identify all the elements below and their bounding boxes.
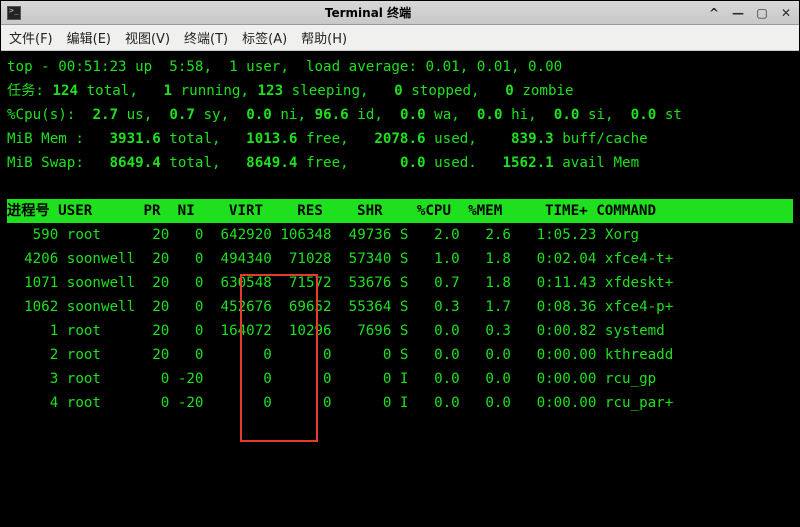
tasks-running: 1 bbox=[164, 83, 173, 99]
swap-used: 0.0 bbox=[400, 155, 426, 171]
window-title: Terminal 终端 bbox=[29, 4, 707, 21]
tasks-stopped: 0 bbox=[394, 83, 403, 99]
mem-buff: 839.3 bbox=[511, 131, 554, 147]
swap-free: 8649.4 bbox=[246, 155, 297, 171]
process-row: 3 root 0 -20 0 0 0 I 0.0 0.0 0:00.00 rcu… bbox=[7, 371, 656, 387]
cpu-st: 0.0 bbox=[631, 107, 657, 123]
process-row: 590 root 20 0 642920 106348 49736 S 2.0 … bbox=[7, 227, 639, 243]
process-row: 1071 soonwell 20 0 630548 71572 53676 S … bbox=[7, 275, 673, 291]
terminal-icon bbox=[7, 6, 21, 20]
process-row: 1 root 20 0 164072 10296 7696 S 0.0 0.3 … bbox=[7, 323, 665, 339]
cpu-ni: 0.0 bbox=[246, 107, 272, 123]
swap-free-lbl: free, bbox=[306, 155, 349, 171]
terminal-window: Terminal 终端 ^ — ▢ ✕ 文件(F) 编辑(E) 视图(V) 终端… bbox=[0, 0, 800, 527]
tasks-label: 任务: bbox=[7, 83, 44, 99]
process-table-header: 进程号 USER PR NI VIRT RES SHR %CPU %MEM TI… bbox=[7, 199, 793, 223]
mem-total: 3931.6 bbox=[110, 131, 161, 147]
cpu-id-lbl: id, bbox=[357, 107, 383, 123]
cpu-sy-lbl: sy, bbox=[204, 107, 230, 123]
cpu-id: 96.6 bbox=[315, 107, 349, 123]
menubar: 文件(F) 编辑(E) 视图(V) 终端(T) 标签(A) 帮助(H) bbox=[1, 25, 799, 51]
tasks-run-lbl: running, bbox=[181, 83, 249, 99]
process-row: 4206 soonwell 20 0 494340 71028 57340 S … bbox=[7, 251, 673, 267]
swap-label: MiB Swap: bbox=[7, 155, 84, 171]
minimize-button[interactable]: — bbox=[731, 6, 745, 20]
swap-avail-lbl: avail Mem bbox=[562, 155, 639, 171]
tasks-total-lbl: total, bbox=[87, 83, 138, 99]
tasks-stop-lbl: stopped, bbox=[411, 83, 479, 99]
tasks-zomb-lbl: zombie bbox=[522, 83, 573, 99]
cpu-st-lbl: st bbox=[665, 107, 682, 123]
mem-label: MiB Mem : bbox=[7, 131, 84, 147]
tasks-zombie: 0 bbox=[505, 83, 514, 99]
cpu-wa: 0.0 bbox=[400, 107, 426, 123]
mem-used-lbl: used, bbox=[434, 131, 477, 147]
cpu-wa-lbl: wa, bbox=[434, 107, 460, 123]
mem-free-lbl: free, bbox=[306, 131, 349, 147]
menu-view[interactable]: 视图(V) bbox=[125, 28, 170, 47]
process-row: 2 root 20 0 0 0 0 S 0.0 0.0 0:00.00 kthr… bbox=[7, 347, 673, 363]
cpu-si-lbl: si, bbox=[588, 107, 614, 123]
process-table-body: 590 root 20 0 642920 106348 49736 S 2.0 … bbox=[7, 223, 793, 415]
tasks-total: 124 bbox=[52, 83, 78, 99]
tasks-sleeping: 123 bbox=[258, 83, 284, 99]
roll-up-button[interactable]: ^ bbox=[707, 6, 721, 20]
cpu-si: 0.0 bbox=[554, 107, 580, 123]
menu-help[interactable]: 帮助(H) bbox=[301, 28, 347, 47]
cpu-us-lbl: us, bbox=[127, 107, 153, 123]
swap-avail: 1562.1 bbox=[502, 155, 553, 171]
mem-used: 2078.6 bbox=[374, 131, 425, 147]
tasks-sleep-lbl: sleeping, bbox=[292, 83, 369, 99]
menu-terminal[interactable]: 终端(T) bbox=[184, 28, 228, 47]
mem-buff-lbl: buff/cache bbox=[562, 131, 647, 147]
process-row: 1062 soonwell 20 0 452676 69652 55364 S … bbox=[7, 299, 673, 315]
mem-total-lbl: total, bbox=[169, 131, 220, 147]
menu-file[interactable]: 文件(F) bbox=[9, 28, 53, 47]
process-row: 4 root 0 -20 0 0 0 I 0.0 0.0 0:00.00 rcu… bbox=[7, 395, 673, 411]
window-controls: ^ — ▢ ✕ bbox=[707, 6, 793, 20]
cpu-label: %Cpu(s): bbox=[7, 107, 75, 123]
cpu-hi-lbl: hi, bbox=[511, 107, 537, 123]
terminal-area[interactable]: top - 00:51:23 up 5:58, 1 user, load ave… bbox=[1, 51, 799, 526]
titlebar: Terminal 终端 ^ — ▢ ✕ bbox=[1, 1, 799, 25]
maximize-button[interactable]: ▢ bbox=[755, 6, 769, 20]
cpu-us: 2.7 bbox=[92, 107, 118, 123]
swap-total: 8649.4 bbox=[110, 155, 161, 171]
top-summary-line1: top - 00:51:23 up 5:58, 1 user, load ave… bbox=[7, 59, 562, 75]
cpu-sy: 0.7 bbox=[169, 107, 195, 123]
swap-total-lbl: total, bbox=[169, 155, 220, 171]
close-button[interactable]: ✕ bbox=[779, 6, 793, 20]
mem-free: 1013.6 bbox=[246, 131, 297, 147]
cpu-hi: 0.0 bbox=[477, 107, 503, 123]
swap-used-lbl: used. bbox=[434, 155, 477, 171]
menu-edit[interactable]: 编辑(E) bbox=[67, 28, 111, 47]
cpu-ni-lbl: ni, bbox=[280, 107, 306, 123]
menu-tabs[interactable]: 标签(A) bbox=[242, 28, 287, 47]
